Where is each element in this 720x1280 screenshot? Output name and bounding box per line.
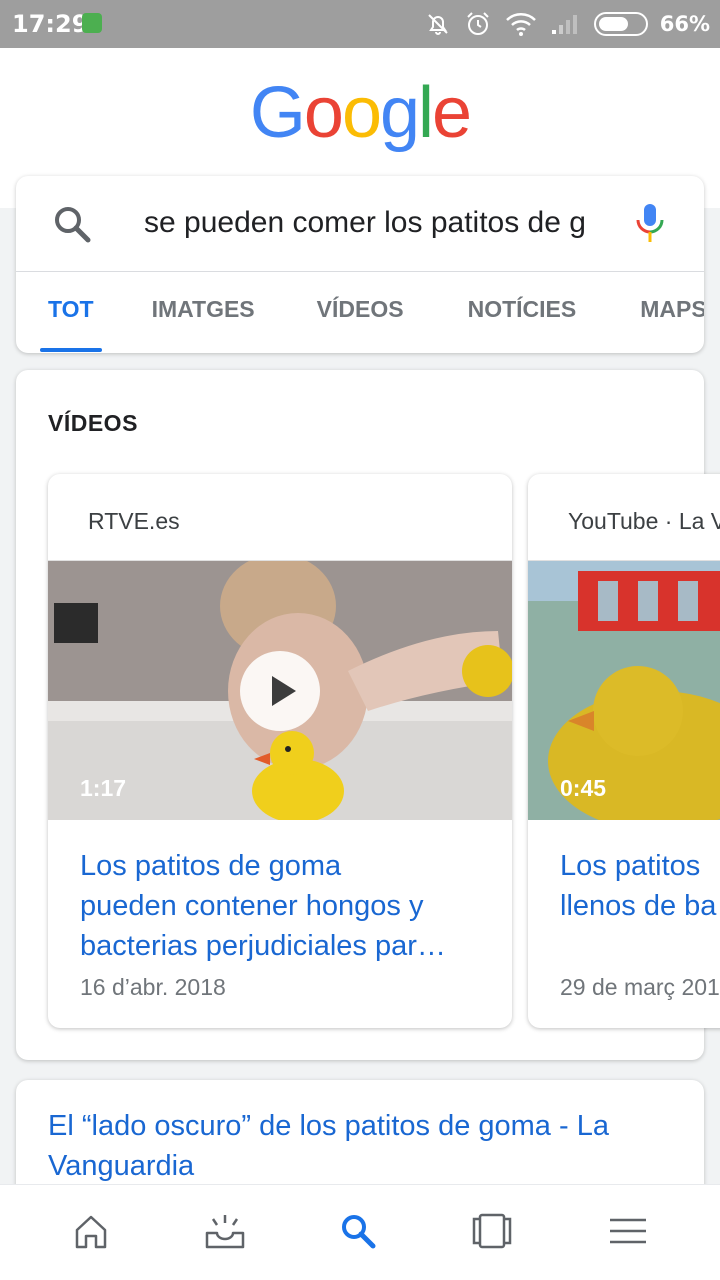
- videos-section: VÍDEOS RTVE.es 1:17 Los patitos de goma …: [16, 370, 720, 1060]
- logo-letter: G: [249, 73, 306, 153]
- search-bar[interactable]: se pueden comer los patitos de goma: [16, 176, 704, 272]
- logo-letter: e: [432, 73, 472, 153]
- alarm-icon: [467, 12, 489, 35]
- wifi-icon: [505, 13, 536, 36]
- duck-image: [528, 561, 720, 820]
- tab-imatges[interactable]: IMATGES: [152, 272, 255, 353]
- status-time: 17:29: [12, 10, 89, 38]
- tab-maps[interactable]: MAPS: [640, 272, 704, 353]
- bell-off-icon: [428, 14, 448, 35]
- video-card[interactable]: YouTube · La V 0:45 Los patitos llenos d…: [528, 474, 720, 1028]
- video-title-line: bacterias perjudiciales par…: [80, 930, 446, 962]
- logo-letter: o: [303, 73, 344, 153]
- app-notification-icon: [82, 13, 102, 33]
- nav-tabs[interactable]: [468, 1207, 516, 1255]
- logo-letter: o: [341, 73, 382, 153]
- bottom-nav: [0, 1184, 720, 1280]
- tab-noticies[interactable]: NOTÍCIES: [468, 272, 577, 353]
- nav-search[interactable]: [334, 1207, 382, 1255]
- logo-letter: l: [418, 73, 434, 153]
- updates-icon: [205, 1215, 245, 1249]
- video-card[interactable]: RTVE.es 1:17 Los patitos de goma pueden …: [48, 474, 512, 1028]
- search-tabs: TOT IMATGES VÍDEOS NOTÍCIES MAPS: [16, 272, 704, 353]
- video-title[interactable]: Los patitos de goma pueden contener hong…: [80, 846, 490, 966]
- nav-menu[interactable]: [604, 1207, 652, 1255]
- tab-videos[interactable]: VÍDEOS: [317, 272, 404, 353]
- battery-fill: [598, 17, 628, 31]
- battery-icon: [593, 12, 648, 36]
- status-icons: 66%: [424, 0, 710, 48]
- video-title-line: pueden contener hongos y: [80, 890, 424, 922]
- video-date: 29 de març 201: [560, 974, 720, 1000]
- video-title-line: llenos de ba: [560, 890, 717, 922]
- search-icon: [342, 1215, 376, 1249]
- video-source: RTVE.es: [88, 508, 180, 534]
- battery-percent: 66%: [659, 12, 710, 36]
- search-card: se pueden comer los patitos de goma TOT …: [16, 176, 704, 353]
- video-title[interactable]: Los patitos llenos de ba: [560, 846, 720, 926]
- tabs-icon: [472, 1213, 512, 1249]
- section-heading: VÍDEOS: [48, 410, 138, 436]
- google-logo[interactable]: Google: [0, 72, 720, 154]
- video-source: YouTube · La V: [568, 508, 720, 534]
- tab-label: NOTÍCIES: [467, 296, 577, 322]
- play-button[interactable]: [240, 651, 320, 731]
- menu-icon: [610, 1218, 646, 1244]
- google-search-app: 17:29 66% Google se pueden comer los pat…: [0, 0, 720, 1280]
- status-bar: 17:29 66%: [0, 0, 720, 48]
- tab-label: MAPS: [640, 296, 704, 322]
- active-tab-indicator: [40, 348, 102, 352]
- logo-letter: g: [380, 73, 420, 153]
- search-icon[interactable]: [52, 204, 92, 244]
- video-date: 16 d’abr. 2018: [80, 974, 226, 1000]
- video-duration: 1:17: [80, 775, 127, 801]
- mic-icon[interactable]: [630, 200, 670, 248]
- nav-updates[interactable]: [201, 1207, 249, 1255]
- signal-icon: [551, 15, 577, 34]
- tab-tot[interactable]: TOT: [48, 272, 94, 353]
- tab-label: TOT: [48, 296, 94, 322]
- search-input[interactable]: se pueden comer los patitos de goma: [144, 206, 584, 240]
- tab-label: IMATGES: [151, 296, 255, 322]
- video-duration: 0:45: [560, 775, 607, 801]
- video-thumbnail[interactable]: 1:17: [48, 560, 512, 820]
- video-title-line: Los patitos: [560, 850, 701, 882]
- tab-label: VÍDEOS: [316, 296, 404, 322]
- home-icon: [75, 1215, 107, 1249]
- video-title-line: Los patitos de goma: [80, 850, 342, 882]
- result-title-link[interactable]: El “lado oscuro” de los patitos de goma …: [48, 1106, 688, 1186]
- nav-home[interactable]: [67, 1207, 115, 1255]
- video-thumbnail[interactable]: 0:45: [528, 560, 720, 820]
